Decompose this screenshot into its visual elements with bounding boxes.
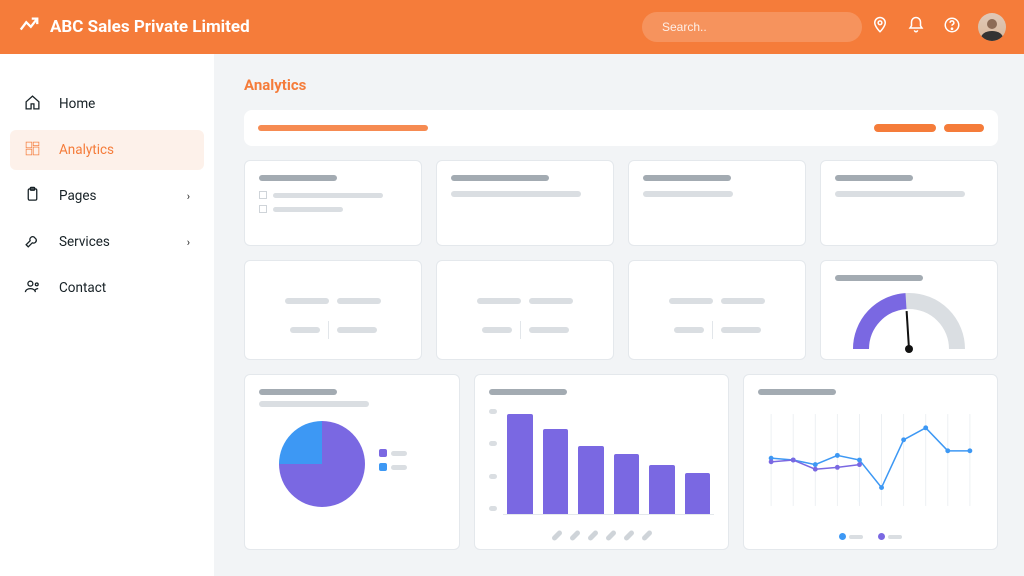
search-input[interactable]: [662, 20, 850, 34]
company-name: ABC Sales Private Limited: [50, 17, 250, 37]
bar-card[interactable]: [474, 374, 729, 550]
filter-action-secondary[interactable]: [944, 124, 984, 132]
stat-card[interactable]: [628, 260, 806, 360]
person-icon: [24, 278, 41, 299]
sidebar-item-pages[interactable]: Pages ›: [10, 176, 204, 216]
bar: [685, 473, 711, 514]
page-title: Analytics: [244, 76, 998, 94]
line-card[interactable]: [743, 374, 998, 550]
bar: [649, 465, 675, 514]
sidebar-item-label: Pages: [59, 188, 97, 204]
help-icon: [943, 16, 961, 38]
stat-card[interactable]: [436, 260, 614, 360]
brand[interactable]: ABC Sales Private Limited: [18, 14, 250, 41]
charts-row: [244, 374, 998, 550]
card-title-placeholder: [451, 175, 549, 181]
summary-card[interactable]: [820, 160, 998, 246]
card-title-placeholder: [643, 175, 731, 181]
pie-card[interactable]: [244, 374, 460, 550]
sidebar-item-services[interactable]: Services ›: [10, 222, 204, 262]
card-title-placeholder: [489, 389, 567, 395]
chevron-right-icon: ›: [187, 236, 190, 249]
checkbox-icon: [259, 191, 267, 199]
bar: [614, 454, 640, 514]
legend-swatch: [379, 449, 387, 457]
sidebar-item-analytics[interactable]: Analytics: [10, 130, 204, 170]
sidebar-item-label: Home: [59, 96, 95, 112]
main-content: Analytics: [214, 54, 1024, 576]
bar: [543, 429, 569, 514]
pin-icon: [871, 16, 889, 38]
sidebar-item-home[interactable]: Home: [10, 84, 204, 124]
card-title-placeholder: [259, 389, 337, 395]
line-legend: [758, 525, 983, 544]
sidebar-item-label: Contact: [59, 280, 106, 296]
summary-card[interactable]: [628, 160, 806, 246]
card-title-placeholder: [835, 175, 913, 181]
filter-action-primary[interactable]: [874, 124, 936, 132]
location-button[interactable]: [862, 16, 898, 38]
sidebar: Home Analytics Pages › Services › Contac…: [0, 54, 214, 576]
chevron-right-icon: ›: [187, 190, 190, 203]
clipboard-icon: [24, 186, 41, 207]
logo-icon: [18, 14, 40, 41]
wrench-icon: [24, 232, 41, 253]
bar: [507, 414, 533, 514]
notifications-button[interactable]: [898, 16, 934, 38]
help-button[interactable]: [934, 16, 970, 38]
line-chart: [758, 405, 983, 515]
bell-icon: [907, 16, 925, 38]
sidebar-item-label: Analytics: [59, 142, 114, 158]
legend-swatch: [839, 533, 846, 540]
sidebar-item-contact[interactable]: Contact: [10, 268, 204, 308]
card-title-placeholder: [835, 275, 923, 281]
home-icon: [24, 94, 41, 115]
search-box[interactable]: [642, 12, 862, 42]
sidebar-item-label: Services: [59, 234, 110, 250]
summary-row: [244, 160, 998, 246]
bar: [578, 446, 604, 514]
bar-chart: [503, 405, 714, 515]
summary-card[interactable]: [244, 160, 422, 246]
avatar[interactable]: [978, 13, 1006, 41]
legend-swatch: [878, 533, 885, 540]
stats-row: [244, 260, 998, 360]
card-title-placeholder: [259, 175, 337, 181]
pie-chart: [279, 421, 365, 507]
bar-x-axis: [489, 523, 714, 542]
summary-card[interactable]: [436, 160, 614, 246]
filter-bar: [244, 110, 998, 146]
top-bar: ABC Sales Private Limited: [0, 0, 1024, 54]
card-title-placeholder: [758, 389, 836, 395]
legend-swatch: [379, 463, 387, 471]
gauge-chart: [849, 289, 969, 359]
checkbox-icon: [259, 205, 267, 213]
gauge-card[interactable]: [820, 260, 998, 360]
dashboard-icon: [24, 140, 41, 161]
filter-placeholder: [258, 125, 428, 131]
stat-card[interactable]: [244, 260, 422, 360]
